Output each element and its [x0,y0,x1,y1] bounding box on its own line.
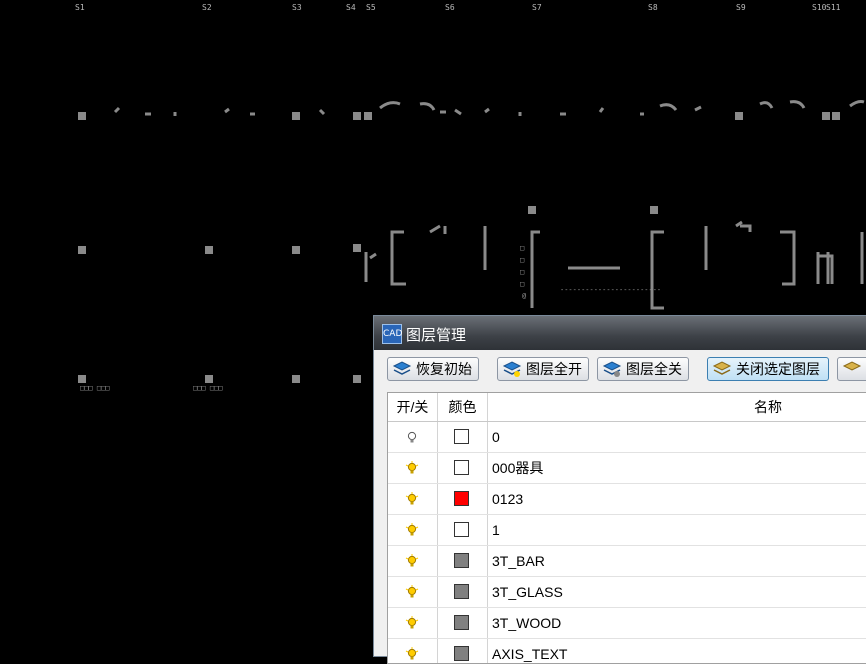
axis-label: S4 [346,3,356,12]
axis-label: S11 [826,3,841,12]
close-selected-layers-label: 关闭选定图层 [736,361,820,377]
lightbulb-on-icon[interactable] [405,647,419,661]
axis-label: S7 [532,3,542,12]
axis-label: S3 [292,3,302,12]
axis-label: S1 [75,3,85,12]
layer-table: 开/关 颜色 名称 0 000器具 0123 1 3T_BAR 3T_GLASS 3T_WO… [387,392,866,664]
color-swatch[interactable] [454,429,469,444]
column-header-name[interactable]: 名称 [488,393,866,421]
table-row[interactable]: 3T_GLASS [388,577,866,608]
all-layers-off-label: 图层全关 [626,361,682,377]
color-swatch[interactable] [454,584,469,599]
table-row[interactable]: 3T_WOOD [388,608,866,639]
table-row[interactable]: 000器具 [388,453,866,484]
layer-rows: 0 000器具 0123 1 3T_BAR 3T_GLASS 3T_WOOD AXIS_TEX… [388,422,866,663]
restore-default-button[interactable]: 恢复初始 [387,357,479,381]
column-header-color[interactable]: 颜色 [438,393,487,421]
restore-default-label: 恢复初始 [416,361,472,377]
table-header: 开/关 颜色 名称 [388,393,866,422]
lightbulb-on-icon[interactable] [405,616,419,630]
lightbulb-on-icon[interactable] [405,461,419,475]
axis-label: S9 [736,3,746,12]
layer-name: AXIS_TEXT [492,646,568,662]
axis-label: S2 [202,3,212,12]
layer-on-off-cell[interactable] [388,422,438,452]
layer-color-cell[interactable] [438,639,488,663]
layer-color-cell[interactable] [438,608,488,638]
lightbulb-on-icon[interactable] [405,492,419,506]
svg-text:□: □ [520,268,524,276]
axis-label: S10 [812,3,827,12]
layer-on-off-cell[interactable] [388,639,438,663]
axis-label: S5 [366,3,376,12]
color-swatch[interactable] [454,615,469,630]
dialog-toolbar: 恢复初始 图层全开 图层全关 关闭选定图层 [374,350,866,388]
color-swatch[interactable] [454,491,469,506]
color-swatch[interactable] [454,522,469,537]
table-row[interactable]: 0123 [388,484,866,515]
table-row[interactable]: 3T_BAR [388,546,866,577]
layer-on-off-cell[interactable] [388,453,438,483]
all-layers-on-button[interactable]: 图层全开 [497,357,589,381]
lightbulb-on-icon[interactable] [405,523,419,537]
layer-manager-dialog: CAD 图层管理 恢复初始 图层全开 图层全关 关闭选定图层 开/关 颜色 名称… [373,315,866,664]
layer-on-off-cell[interactable] [388,608,438,638]
svg-text:------------------------: ------------------------ [560,286,661,294]
svg-text:□: □ [520,256,524,264]
all-layers-off-button[interactable]: 图层全关 [597,357,689,381]
layer-name: 1 [492,522,500,538]
table-row[interactable]: AXIS_TEXT [388,639,866,663]
layer-on-off-cell[interactable] [388,546,438,576]
layer-color-cell[interactable] [438,515,488,545]
color-swatch[interactable] [454,553,469,568]
layer-name: 3T_GLASS [492,584,563,600]
column-header-on-off[interactable]: 开/关 [388,393,437,421]
layers-on-icon [502,361,522,377]
svg-text:□: □ [520,244,524,252]
svg-text:□□□ □□□: □□□ □□□ [80,384,110,392]
lightbulb-on-icon[interactable] [405,554,419,568]
layer-name: 0 [492,429,500,445]
svg-text:□□□ □□□: □□□ □□□ [193,384,223,392]
lightbulb-on-icon[interactable] [405,585,419,599]
layer-on-off-cell[interactable] [388,484,438,514]
axis-label: S6 [445,3,455,12]
axis-label: S8 [648,3,658,12]
layer-color-cell[interactable] [438,577,488,607]
lightbulb-off-icon[interactable] [405,430,419,444]
layer-on-off-cell[interactable] [388,515,438,545]
close-selected-layers-button[interactable]: 关闭选定图层 [707,357,829,381]
layer-color-cell[interactable] [438,422,488,452]
layer-on-off-cell[interactable] [388,577,438,607]
layer-name: 000器具 [492,460,544,476]
color-swatch[interactable] [454,460,469,475]
color-swatch[interactable] [454,646,469,661]
dialog-titlebar[interactable]: CAD 图层管理 [374,316,866,350]
layer-name: 3T_BAR [492,553,545,569]
layer-name: 3T_WOOD [492,615,562,631]
layer-color-cell[interactable] [438,484,488,514]
table-row[interactable]: 1 [388,515,866,546]
layer-color-cell[interactable] [438,546,488,576]
layers-icon [392,361,412,375]
layer-name: 0123 [492,491,524,507]
app-icon: CAD [382,324,402,344]
svg-text:□: □ [520,280,524,288]
table-row[interactable]: 0 [388,422,866,453]
dialog-title: 图层管理 [406,327,467,344]
layer-color-cell[interactable] [438,453,488,483]
toolbar-more-button[interactable] [837,357,866,381]
layers-close-icon [712,361,732,375]
layers-off-icon [602,361,622,377]
layers-icon [842,361,862,371]
all-layers-on-label: 图层全开 [526,361,582,377]
svg-text:@: @ [522,292,527,300]
